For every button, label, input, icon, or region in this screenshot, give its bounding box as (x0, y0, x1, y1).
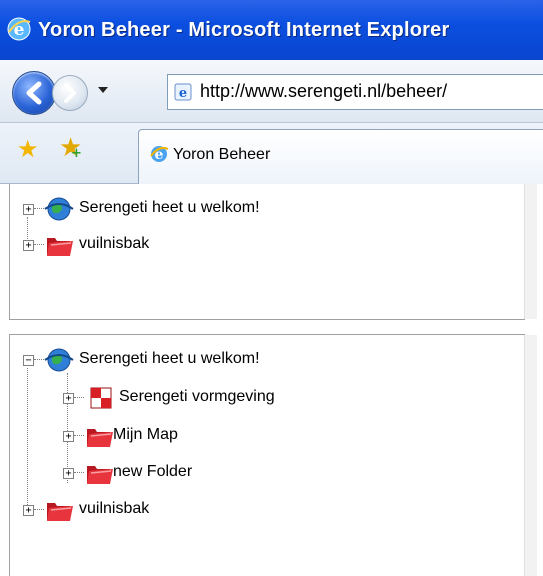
recent-pages-dropdown[interactable] (98, 87, 108, 93)
tree-panel-expanded: − Serengeti heet u welkom! + Serengeti v… (9, 334, 537, 576)
expand-toggle[interactable]: + (23, 505, 34, 516)
tree-node-label: new Folder (113, 463, 193, 480)
window-titlebar[interactable]: e Yoron Beheer - Microsoft Internet Expl… (0, 0, 543, 60)
tree-connector (27, 368, 28, 511)
back-arrow-icon (26, 81, 42, 105)
plus-icon: + (71, 146, 82, 161)
collapse-toggle[interactable]: − (23, 355, 34, 366)
expand-toggle[interactable]: + (63, 431, 74, 442)
tab-label: Yoron Beheer (173, 146, 271, 163)
folder-icon (47, 503, 73, 521)
tree-connector (34, 244, 44, 245)
ie-tab-icon: e (150, 146, 169, 163)
tree-connector (74, 472, 84, 473)
svg-text:e: e (179, 86, 187, 101)
expand-toggle[interactable]: + (23, 204, 34, 215)
panel-scroll-edge (524, 335, 537, 576)
expand-toggle[interactable]: + (63, 393, 74, 404)
tree-panel-collapsed: + Serengeti heet u welkom! + vuilnisbak (9, 184, 537, 320)
ie-logo-icon: e (7, 17, 31, 41)
forward-arrow-icon (64, 83, 76, 103)
forward-button[interactable] (52, 75, 88, 111)
checkered-flag-icon (90, 387, 112, 409)
folder-icon (87, 466, 113, 484)
globe-icon (44, 197, 74, 221)
folder-icon (47, 238, 73, 256)
tree-connector (34, 359, 44, 360)
tree-node-label: Serengeti heet u welkom! (79, 350, 260, 367)
window-title: Yoron Beheer - Microsoft Internet Explor… (38, 19, 450, 41)
panel-scroll-edge (524, 184, 537, 319)
globe-icon (44, 348, 74, 372)
tree-connector (67, 373, 68, 483)
tree-connector (74, 397, 84, 398)
tree-node-label: Mijn Map (113, 426, 178, 443)
back-button[interactable] (12, 71, 56, 115)
tree-node-label: Serengeti heet u welkom! (79, 199, 260, 216)
page-icon: e (174, 83, 192, 101)
tree-connector (34, 208, 44, 209)
folder-icon (87, 429, 113, 447)
expand-toggle[interactable]: + (63, 468, 74, 479)
address-bar[interactable]: e http://www.serengeti.nl/beheer/ (167, 74, 543, 110)
add-favorites-icon[interactable]: ★ + (59, 135, 82, 161)
tree-connector (34, 509, 44, 510)
tree-node-label: vuilnisbak (79, 500, 150, 517)
panel-separator (0, 320, 543, 334)
address-url[interactable]: http://www.serengeti.nl/beheer/ (200, 81, 447, 102)
tree-connector (74, 435, 84, 436)
favorites-star-icon[interactable]: ★ (17, 137, 39, 161)
tree-node-label: vuilnisbak (79, 235, 150, 252)
expand-toggle[interactable]: + (23, 240, 34, 251)
tree-node-label: Serengeti vormgeving (119, 388, 275, 405)
tab-yoron-beheer[interactable]: e Yoron Beheer (138, 129, 543, 184)
